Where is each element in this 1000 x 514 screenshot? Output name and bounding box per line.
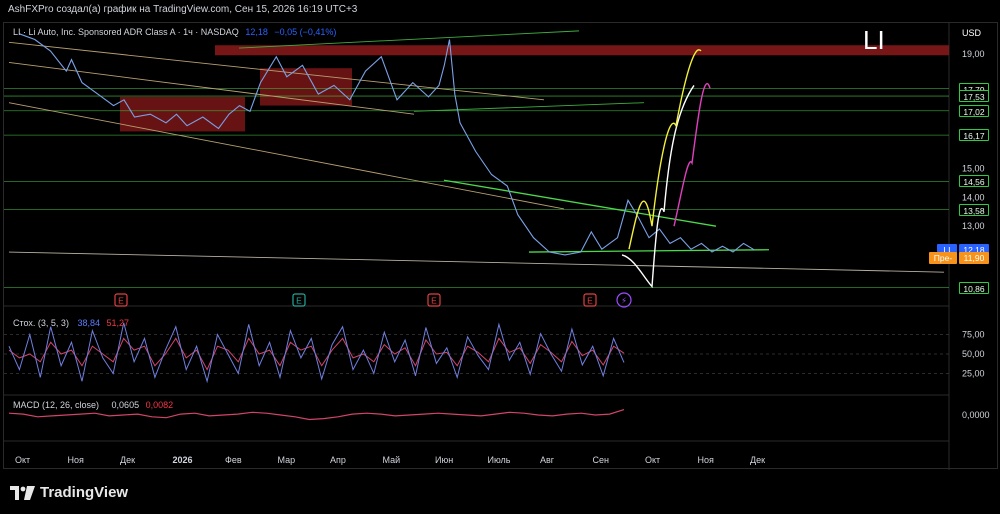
- channel-line: [8, 102, 565, 210]
- price-level-tag: 14,56: [959, 175, 989, 188]
- stoch-k-line: [8, 322, 625, 384]
- time-axis-tick: 2026: [173, 455, 193, 465]
- time-axis-tick: Мар: [278, 455, 296, 465]
- price-axis-tick: 19,00: [962, 49, 985, 59]
- stoch-label: Стох. (3, 5, 3): [13, 318, 69, 328]
- stoch-d-value: 51,27: [106, 318, 130, 328]
- last-price: 12,18: [245, 27, 268, 37]
- macd-line: [8, 409, 625, 421]
- event-marker-label: ⚡: [621, 296, 627, 306]
- macd-value-1: 0,0605: [111, 400, 140, 410]
- chart-panel[interactable]: 19,0017,0015,0014,0013,0012,00EEEE⚡75,00…: [3, 22, 998, 470]
- macd-header: MACD (12, 26, close) 0,0605 0,0082: [13, 400, 173, 410]
- time-axis-tick: Апр: [330, 455, 346, 465]
- ticker-watermark: LI: [863, 25, 885, 55]
- event-marker-label: E: [587, 296, 593, 306]
- time-axis-tick: Авг: [540, 455, 555, 465]
- time-axis-tick: Ноя: [698, 455, 715, 465]
- price-level-tag: 10,86: [959, 281, 989, 294]
- symbol-line: LI · Li Auto, Inc. Sponsored ADR Class A…: [13, 27, 239, 37]
- stoch-axis-tick: 75,00: [962, 330, 985, 340]
- tradingview-logo[interactable]: TradingView: [10, 484, 128, 501]
- stoch-axis-tick: 25,00: [962, 369, 985, 379]
- price-axis-tick: 13,00: [962, 221, 985, 231]
- price-level-tag: 16,17: [959, 129, 989, 142]
- time-axis-tick: Окт: [645, 455, 660, 465]
- price-level-tag: 13,58: [959, 203, 989, 216]
- event-marker-label: E: [431, 296, 437, 306]
- currency-label[interactable]: USD: [962, 28, 981, 38]
- macd-label: MACD (12, 26, close): [13, 400, 100, 410]
- consolidation-zone: [120, 96, 245, 132]
- price-axis-tick: 15,00: [962, 164, 985, 174]
- time-axis-tick: Дек: [750, 455, 765, 465]
- time-axis-tick: Окт: [15, 455, 30, 465]
- event-marker-label: E: [296, 296, 302, 306]
- time-axis-tick: Май: [383, 455, 401, 465]
- time-axis-tick: Дек: [120, 455, 135, 465]
- macd-axis-tick: 0,0000: [962, 410, 990, 420]
- channel-line: [413, 102, 645, 112]
- premarket-symbol: Пре-: [929, 251, 957, 264]
- premarket-price-tag: 11,90: [959, 251, 989, 264]
- price-level-tag: 17,53: [959, 90, 989, 103]
- resistance-zone: [215, 45, 949, 56]
- channel-line: [8, 251, 945, 273]
- stoch-k-value: 38,84: [77, 318, 100, 328]
- price-series: [18, 33, 755, 256]
- tradingview-logo-text: TradingView: [40, 484, 129, 501]
- time-axis-tick: Ноя: [68, 455, 85, 465]
- time-axis-tick: Фев: [225, 455, 242, 465]
- stoch-header: Стох. (3, 5, 3) 38,84 51,27: [13, 318, 129, 328]
- time-axis-tick: Июн: [435, 455, 453, 465]
- stoch-axis-tick: 50,00: [962, 349, 985, 359]
- tradingview-logo-icon: [10, 485, 35, 500]
- price-level-tag: 17,02: [959, 104, 989, 117]
- symbol-header: LI · Li Auto, Inc. Sponsored ADR Class A…: [13, 27, 336, 37]
- price-change: −0,05 (−0,41%): [274, 27, 337, 37]
- chart-caption: AshFXPro создал(а) график на TradingView…: [8, 4, 358, 15]
- macd-value-2: 0,0082: [145, 400, 174, 410]
- price-axis-tick: 14,00: [962, 192, 985, 202]
- time-axis-tick: Сен: [593, 455, 610, 465]
- event-marker-label: E: [118, 296, 124, 306]
- time-axis-tick: Июль: [488, 455, 511, 465]
